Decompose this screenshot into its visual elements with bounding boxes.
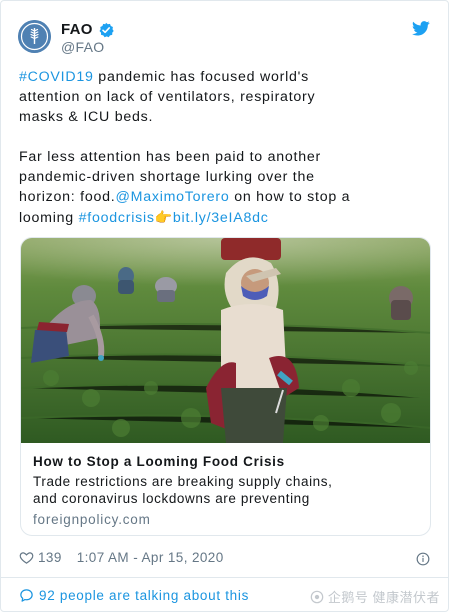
watermark-text: 企鹅号 健康潜伏者 bbox=[327, 590, 440, 605]
tweet-text: #COVID19 pandemic has focused world's at… bbox=[19, 67, 435, 228]
pointing-hand-emoji: 👉 bbox=[154, 209, 173, 225]
conversation-link[interactable]: 92 people are talking about this bbox=[19, 588, 249, 603]
watermark-logo-icon bbox=[310, 590, 324, 603]
twitter-bird-icon[interactable] bbox=[412, 21, 430, 36]
account-name-row[interactable]: FAO bbox=[61, 21, 114, 38]
conversation-count-text[interactable]: 92 people are talking about this bbox=[39, 588, 249, 603]
hashtag-covid19[interactable]: #COVID19 bbox=[19, 69, 94, 85]
tweet-line: #COVID19 pandemic has focused world's bbox=[19, 69, 309, 85]
tweet-line: pandemic-driven shortage lurking over th… bbox=[19, 169, 315, 185]
tweet-line: attention on lack of ventilators, respir… bbox=[19, 89, 316, 105]
tweet-link[interactable]: bit.ly/3eIA8dc bbox=[173, 210, 269, 226]
tweet-line: horizon: food.@MaximoTorero on how to st… bbox=[19, 189, 351, 205]
tweet-card: FAO @FAO #COVID19 pandemic has focused w… bbox=[0, 0, 449, 612]
tweet-timestamp[interactable]: 1:07 AM - Apr 15, 2020 bbox=[77, 550, 224, 565]
fao-logo-icon bbox=[18, 20, 51, 53]
tweet-line: Far less attention has been paid to anot… bbox=[19, 149, 321, 165]
mention-maximotorero[interactable]: @MaximoTorero bbox=[115, 189, 229, 205]
card-description: Trade restrictions are breaking supply c… bbox=[33, 474, 333, 506]
heart-icon[interactable] bbox=[19, 550, 34, 565]
tweet-line: looming #foodcrisis👉bit.ly/3eIA8dc bbox=[19, 209, 269, 226]
like-count[interactable]: 139 bbox=[38, 550, 62, 565]
card-title[interactable]: How to Stop a Looming Food Crisis bbox=[33, 454, 285, 469]
account-handle[interactable]: @FAO bbox=[61, 39, 104, 55]
fao-avatar[interactable] bbox=[18, 20, 51, 53]
divider bbox=[1, 577, 449, 578]
link-preview-card[interactable]: How to Stop a Looming Food Crisis Trade … bbox=[20, 237, 431, 536]
tweet-meta: 139 1:07 AM - Apr 15, 2020 bbox=[19, 550, 224, 565]
watermark: 企鹅号 健康潜伏者 bbox=[310, 587, 440, 606]
account-name[interactable]: FAO bbox=[61, 21, 93, 38]
tweet-line: masks & ICU beds. bbox=[19, 109, 154, 125]
farm-workers-photo[interactable] bbox=[21, 238, 431, 443]
verified-badge-icon bbox=[99, 22, 114, 37]
hashtag-foodcrisis[interactable]: #foodcrisis bbox=[79, 210, 155, 226]
info-icon[interactable] bbox=[416, 552, 430, 566]
speech-bubble-icon bbox=[20, 589, 33, 602]
card-domain[interactable]: foreignpolicy.com bbox=[33, 512, 151, 527]
